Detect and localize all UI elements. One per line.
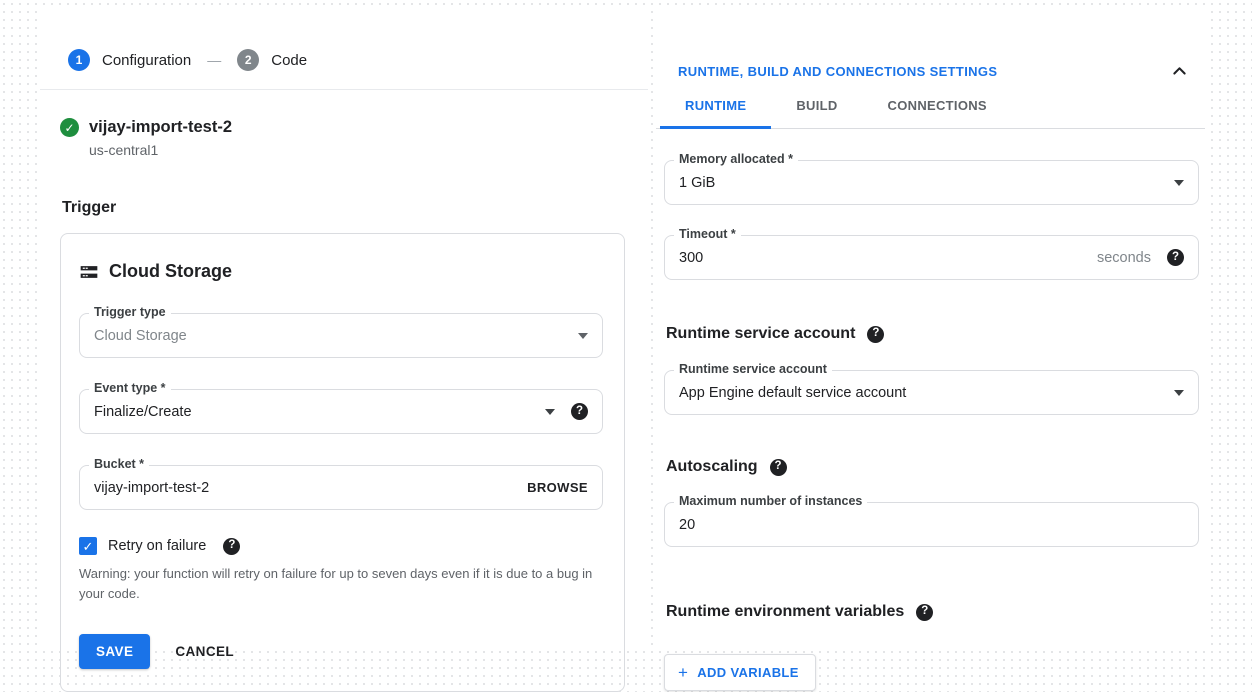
- save-button[interactable]: SAVE: [79, 634, 150, 669]
- add-variable-button[interactable]: + ADD VARIABLE: [664, 654, 816, 691]
- success-check-icon: ✓: [60, 118, 79, 137]
- memory-allocated-value[interactable]: [679, 175, 1164, 191]
- memory-allocated-field[interactable]: Memory allocated *: [664, 160, 1199, 205]
- trigger-type-value[interactable]: [94, 328, 568, 344]
- autoscaling-section-heading: Autoscaling ?: [666, 458, 1205, 476]
- function-config-panel: 1 Configuration — 2 Code ✓ vijay-import-…: [40, 10, 648, 650]
- service-account-help-icon[interactable]: ?: [867, 326, 884, 343]
- step-2-indicator[interactable]: 2: [237, 49, 259, 71]
- env-vars-help-icon[interactable]: ?: [916, 604, 933, 621]
- max-instances-input[interactable]: [679, 517, 1184, 533]
- step-1-indicator[interactable]: 1: [68, 49, 90, 71]
- stepper-separator: —: [207, 52, 221, 68]
- dropdown-caret-icon[interactable]: [1174, 180, 1184, 186]
- add-variable-label: ADD VARIABLE: [697, 665, 798, 680]
- browse-button[interactable]: BROWSE: [527, 480, 588, 495]
- tab-build[interactable]: BUILD: [771, 98, 862, 129]
- env-vars-heading-text: Runtime environment variables: [666, 603, 904, 621]
- runtime-service-account-label: Runtime service account: [674, 362, 832, 376]
- function-name: vijay-import-test-2: [89, 118, 232, 137]
- autoscaling-heading-text: Autoscaling: [666, 458, 758, 476]
- timeout-input[interactable]: [679, 250, 1087, 266]
- trigger-card-actions: SAVE CANCEL: [79, 634, 603, 669]
- collapse-button[interactable]: [1170, 62, 1189, 81]
- retry-warning-text: Warning: your function will retry on fai…: [79, 564, 603, 604]
- timeout-unit: seconds: [1097, 250, 1151, 266]
- event-type-help-icon[interactable]: ?: [571, 403, 588, 420]
- timeout-help-icon[interactable]: ?: [1167, 249, 1184, 266]
- runtime-settings-panel: RUNTIME, BUILD AND CONNECTIONS SETTINGS …: [656, 10, 1205, 650]
- trigger-type-field[interactable]: Trigger type: [79, 313, 603, 358]
- max-instances-label: Maximum number of instances: [674, 494, 867, 508]
- timeout-field[interactable]: Timeout * seconds ?: [664, 235, 1199, 280]
- runtime-service-account-field[interactable]: Runtime service account: [664, 370, 1199, 415]
- retry-help-icon[interactable]: ?: [223, 538, 240, 555]
- retry-label: Retry on failure: [108, 538, 206, 554]
- env-vars-section-heading: Runtime environment variables ?: [666, 603, 1205, 621]
- trigger-card-title: Cloud Storage: [109, 261, 232, 282]
- trigger-heading: Trigger: [62, 199, 648, 217]
- plus-icon: +: [678, 664, 688, 681]
- event-type-value[interactable]: [94, 404, 535, 420]
- step-1-label[interactable]: Configuration: [102, 52, 191, 69]
- dropdown-caret-icon[interactable]: [545, 409, 555, 415]
- chevron-up-icon: [1170, 62, 1189, 81]
- stepper-divider: [40, 89, 648, 90]
- settings-header-title[interactable]: RUNTIME, BUILD AND CONNECTIONS SETTINGS: [678, 64, 997, 79]
- runtime-service-account-value[interactable]: [679, 385, 1164, 401]
- function-identity: ✓ vijay-import-test-2: [60, 118, 648, 137]
- tab-runtime[interactable]: RUNTIME: [660, 98, 771, 129]
- event-type-label: Event type *: [89, 381, 171, 395]
- dropdown-caret-icon[interactable]: [1174, 390, 1184, 396]
- tab-connections[interactable]: CONNECTIONS: [863, 98, 1012, 129]
- memory-allocated-label: Memory allocated *: [674, 152, 798, 166]
- bucket-label: Bucket *: [89, 457, 149, 471]
- trigger-card-title-row: Cloud Storage: [79, 261, 603, 282]
- bucket-field[interactable]: Bucket * BROWSE: [79, 465, 603, 510]
- settings-collapse-header[interactable]: RUNTIME, BUILD AND CONNECTIONS SETTINGS: [678, 62, 1189, 81]
- stepper: 1 Configuration — 2 Code: [68, 49, 648, 71]
- max-instances-field[interactable]: Maximum number of instances: [664, 502, 1199, 547]
- autoscaling-help-icon[interactable]: ?: [770, 459, 787, 476]
- timeout-label: Timeout *: [674, 227, 741, 241]
- dropdown-caret-icon[interactable]: [578, 333, 588, 339]
- function-region: us-central1: [89, 142, 648, 158]
- cancel-button[interactable]: CANCEL: [175, 644, 234, 659]
- service-account-heading-text: Runtime service account: [666, 325, 855, 343]
- retry-checkbox[interactable]: ✓: [79, 537, 97, 555]
- retry-on-failure-row: ✓ Retry on failure ?: [79, 537, 603, 555]
- settings-tabs: RUNTIME BUILD CONNECTIONS: [656, 98, 1205, 129]
- step-2-label[interactable]: Code: [271, 52, 307, 69]
- bucket-input[interactable]: [94, 480, 527, 496]
- cloud-storage-icon: [79, 262, 99, 282]
- trigger-card: Cloud Storage Trigger type Event type * …: [60, 233, 625, 692]
- trigger-type-label: Trigger type: [89, 305, 171, 319]
- event-type-field[interactable]: Event type * ?: [79, 389, 603, 434]
- service-account-section-heading: Runtime service account ?: [666, 325, 1205, 343]
